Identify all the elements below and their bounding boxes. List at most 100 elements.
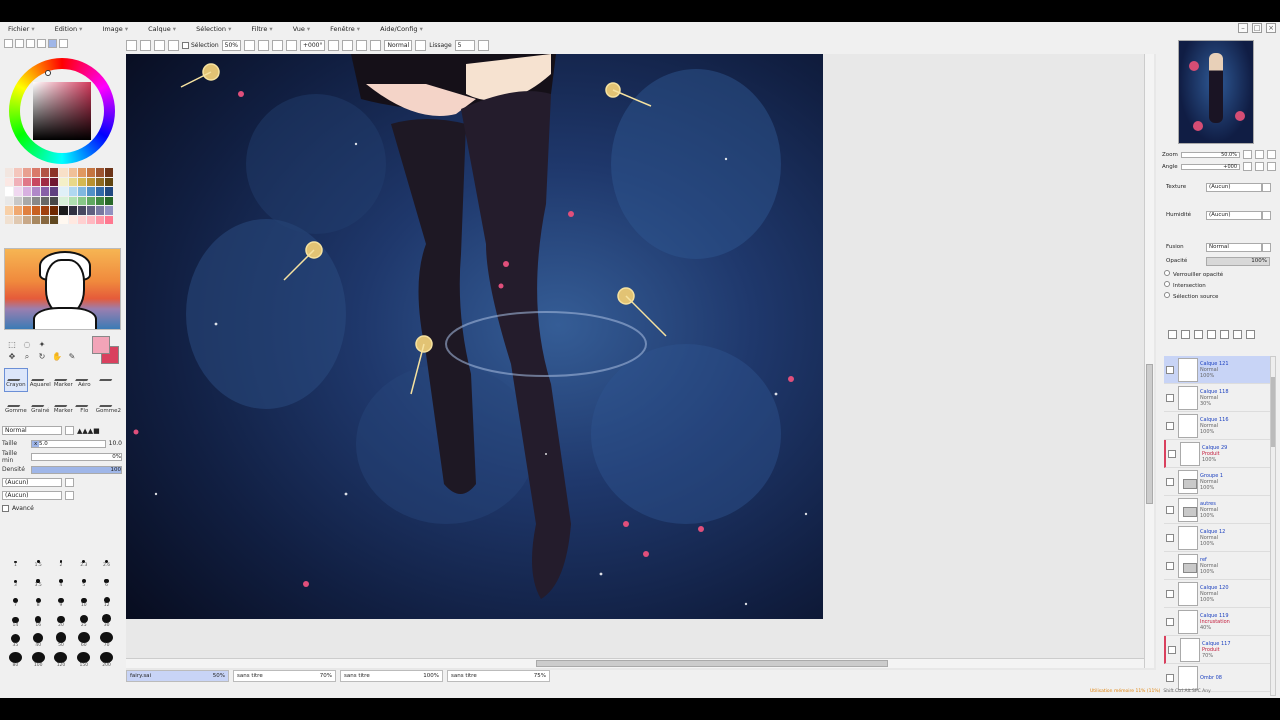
color-swatch[interactable] xyxy=(77,187,86,196)
brush-blend-select[interactable]: Normal xyxy=(2,426,62,435)
nav-rotate-reset[interactable] xyxy=(1267,162,1276,171)
color-swatch[interactable] xyxy=(68,168,77,177)
brush-tool-8[interactable]: Flo xyxy=(75,394,94,418)
brush-tool-1[interactable]: Aquarel xyxy=(29,368,52,392)
layer-texture-select[interactable]: (Aucun) xyxy=(1206,182,1262,192)
layer-visibility-toggle[interactable] xyxy=(1166,589,1174,598)
brush-size-preset[interactable]: 7 xyxy=(4,592,27,608)
layer-visibility-toggle[interactable] xyxy=(1166,421,1174,430)
selection-checkbox[interactable] xyxy=(182,41,189,49)
color-swatch[interactable] xyxy=(14,168,23,177)
color-swatch[interactable] xyxy=(32,196,41,205)
zoom-in-button[interactable] xyxy=(258,39,269,51)
color-swatch[interactable] xyxy=(77,196,86,205)
vertical-scroll-thumb[interactable] xyxy=(1146,364,1153,504)
color-swatch[interactable] xyxy=(86,168,95,177)
brush-size-preset[interactable]: 120 xyxy=(50,652,73,668)
layer-row[interactable]: Calque 121 Normal 100% xyxy=(1164,356,1270,384)
layer-row[interactable]: Calque 116 Normal 100% xyxy=(1164,412,1270,440)
brush-size-preset[interactable]: 9 xyxy=(50,592,73,608)
new-linework-button[interactable] xyxy=(1181,330,1190,339)
color-swatch[interactable] xyxy=(32,206,41,215)
nav-zoom-in[interactable] xyxy=(1255,150,1264,159)
menu-2[interactable]: Image xyxy=(102,25,128,33)
color-swatch[interactable] xyxy=(95,215,104,224)
brush-size-preset[interactable]: 2.3 xyxy=(72,552,95,568)
menu-0[interactable]: Fichier xyxy=(8,25,35,33)
nav-zoom-slider[interactable]: 50.0% xyxy=(1180,151,1240,158)
layer-row[interactable]: Calque 120 Normal 100% xyxy=(1164,580,1270,608)
zoom-fit-button[interactable] xyxy=(286,39,297,51)
zoom-reset-button[interactable] xyxy=(272,39,283,51)
zoom-out-button[interactable] xyxy=(244,39,255,51)
brush-size-preset[interactable]: 150 xyxy=(72,652,95,668)
color-swatch[interactable] xyxy=(14,196,23,205)
color-swatch[interactable] xyxy=(95,168,104,177)
brush-size-preset[interactable]: 35 xyxy=(4,632,27,648)
color-swatch[interactable] xyxy=(41,168,50,177)
color-swatch[interactable] xyxy=(77,206,86,215)
menu-6[interactable]: Vue xyxy=(293,25,310,33)
layer-visibility-toggle[interactable] xyxy=(1168,645,1176,654)
select-rect-icon[interactable]: ⬚ xyxy=(6,340,18,349)
brush-size-preset[interactable]: 1.5 xyxy=(27,552,50,568)
layer-option-1[interactable]: Intersection xyxy=(1164,281,1223,292)
color-swatch[interactable] xyxy=(77,168,86,177)
brush-size-preset[interactable]: 2 xyxy=(50,552,73,568)
hsv-slider-tab[interactable] xyxy=(26,39,35,48)
artwork-canvas[interactable] xyxy=(126,54,823,619)
color-swatch[interactable] xyxy=(95,196,104,205)
layer-scroll-thumb[interactable] xyxy=(1271,377,1275,447)
color-swatch[interactable] xyxy=(104,196,113,205)
saturation-value-square[interactable] xyxy=(33,82,91,140)
color-wheel-tab[interactable] xyxy=(4,39,13,48)
brush-size-preset[interactable]: 40 xyxy=(27,632,50,648)
brush-size-preset[interactable]: 14 xyxy=(4,612,27,628)
brush-size-preset[interactable]: 6 xyxy=(95,572,118,588)
layer-visibility-toggle[interactable] xyxy=(1166,477,1174,486)
color-swatch[interactable] xyxy=(5,215,14,224)
menu-1[interactable]: Edition xyxy=(55,25,83,33)
deselect-button[interactable] xyxy=(154,39,165,51)
color-swatch[interactable] xyxy=(68,206,77,215)
clear-layer-button[interactable] xyxy=(1233,330,1242,339)
eyedropper-icon[interactable]: ✎ xyxy=(66,352,78,362)
document-tab[interactable]: sans titre 100% xyxy=(340,670,443,682)
minimize-button[interactable]: – xyxy=(1238,23,1248,33)
color-swatch[interactable] xyxy=(59,168,68,177)
color-swatch[interactable] xyxy=(5,196,14,205)
document-tab[interactable]: sans titre 70% xyxy=(233,670,336,682)
rotate-right-button[interactable] xyxy=(342,39,354,51)
nav-zoom-out[interactable] xyxy=(1243,150,1252,159)
color-swatch[interactable] xyxy=(50,177,59,186)
brush-size-preset[interactable]: 3.5 xyxy=(27,572,50,588)
layer-visibility-toggle[interactable] xyxy=(1168,449,1176,458)
color-swatch[interactable] xyxy=(41,177,50,186)
redo-button[interactable] xyxy=(140,39,151,51)
color-swatch[interactable] xyxy=(59,187,68,196)
color-swatch[interactable] xyxy=(50,187,59,196)
document-tab[interactable]: fairy.sai 50% xyxy=(126,670,229,682)
color-swatch[interactable] xyxy=(14,187,23,196)
layer-option-radio[interactable] xyxy=(1164,292,1170,298)
rotate-left-button[interactable] xyxy=(328,39,340,51)
brush-size-preset[interactable]: 60 xyxy=(72,632,95,648)
brush-size-preset[interactable]: 3 xyxy=(4,572,27,588)
color-swatch[interactable] xyxy=(32,187,41,196)
layer-fusion-dropdown[interactable] xyxy=(1262,242,1271,252)
color-swatch[interactable] xyxy=(59,196,68,205)
color-swatch[interactable] xyxy=(41,215,50,224)
nav-angle-slider[interactable]: +000 xyxy=(1180,163,1240,170)
lasso-icon[interactable]: ◌ xyxy=(21,340,33,349)
delete-layer-button[interactable] xyxy=(1246,330,1255,339)
color-swatch[interactable] xyxy=(14,206,23,215)
close-button[interactable]: × xyxy=(1266,23,1276,33)
layer-row[interactable]: Calque 119 Incrustation 40% xyxy=(1164,608,1270,636)
color-swatch[interactable] xyxy=(104,168,113,177)
brush-tool-7[interactable]: Marker xyxy=(53,394,74,418)
color-swatch[interactable] xyxy=(59,215,68,224)
taille-slider[interactable]: x 5.0 xyxy=(31,439,106,448)
color-swatch[interactable] xyxy=(86,196,95,205)
color-swatch[interactable] xyxy=(68,187,77,196)
brush-size-preset[interactable]: 5 xyxy=(72,572,95,588)
